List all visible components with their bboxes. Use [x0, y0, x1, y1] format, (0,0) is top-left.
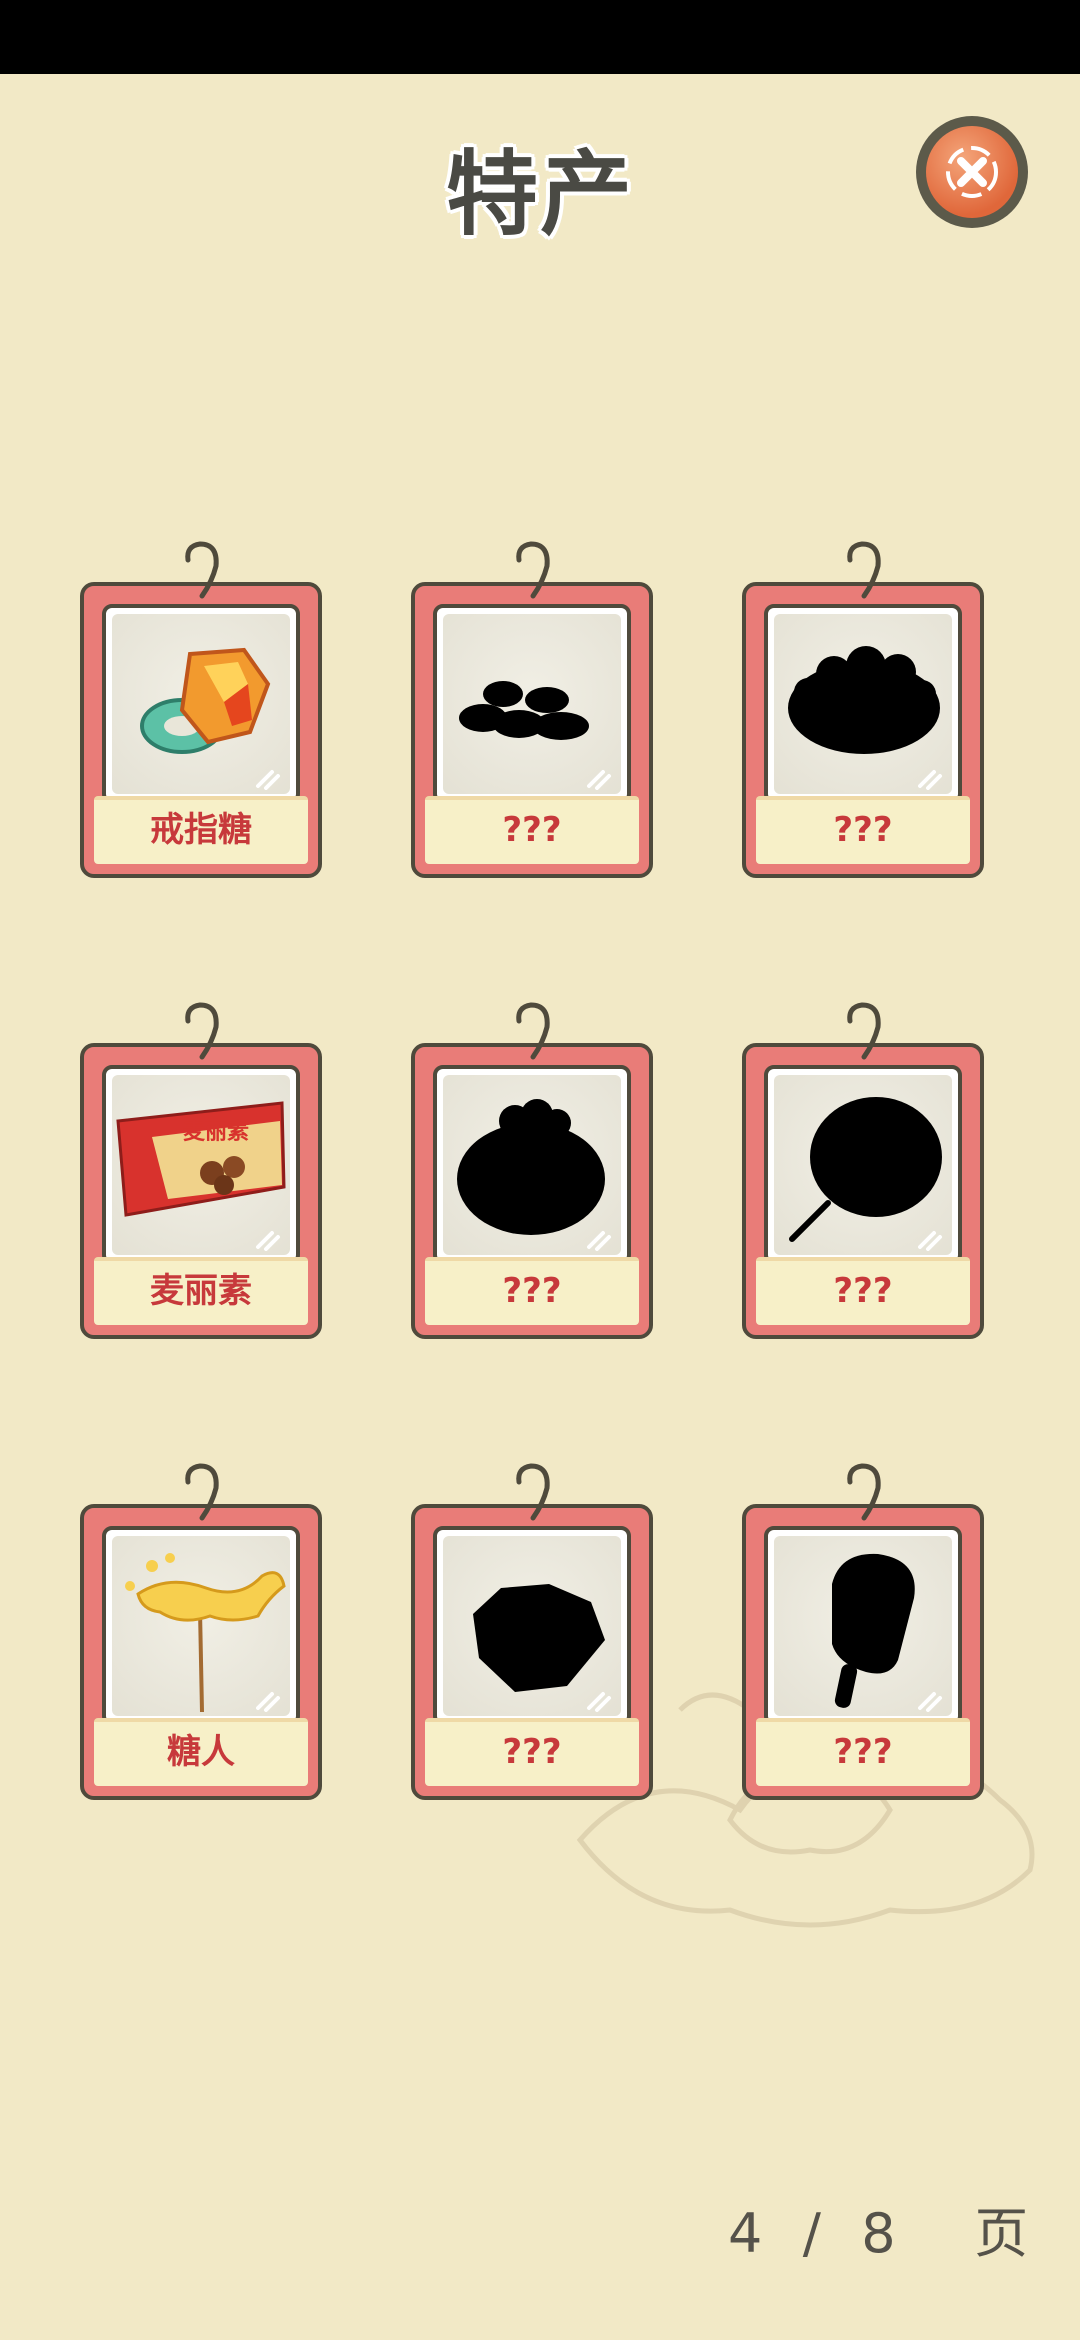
sugar-figure-icon — [125, 1553, 286, 1713]
card-frame: ??? — [742, 582, 984, 878]
hook-icon — [185, 541, 219, 599]
card-frame: ??? — [742, 1504, 984, 1800]
card-frame: ??? — [411, 1043, 653, 1339]
card-label: 糖人 — [167, 1732, 235, 1772]
card-image-window — [102, 1526, 300, 1726]
card-label: ??? — [833, 1271, 893, 1311]
status-bar — [0, 0, 1080, 74]
hook-icon — [185, 1002, 219, 1060]
silhouette-popsicle-icon — [832, 1553, 915, 1708]
card-image-window — [764, 1526, 962, 1726]
card-label: ??? — [833, 1732, 893, 1772]
card-image-window — [764, 1065, 962, 1265]
hook-icon — [516, 1002, 550, 1060]
card-frame: ??? — [742, 1043, 984, 1339]
card-locked[interactable]: ??? — [411, 1002, 653, 1339]
card-locked[interactable]: ??? — [411, 1463, 653, 1800]
hook-icon — [516, 541, 550, 599]
page-total: 8 — [861, 2202, 898, 2265]
card-label: ??? — [502, 1732, 562, 1772]
page-indicator: 4 / 8 页 — [728, 2204, 1030, 2264]
hook-icon — [185, 1463, 219, 1521]
silhouette-pastry-icon — [473, 1584, 605, 1692]
card-frame: 麦丽素 麦丽素 — [80, 1043, 322, 1339]
card-ring-candy[interactable]: 戒指糖 — [80, 541, 322, 878]
close-button[interactable] — [916, 116, 1028, 228]
silhouette-snacks-icon — [459, 681, 589, 740]
hook-icon — [516, 1463, 550, 1521]
hook-icon — [847, 541, 881, 599]
card-locked[interactable]: ??? — [742, 1002, 984, 1339]
card-image-window — [764, 604, 962, 804]
card-frame: ??? — [411, 582, 653, 878]
maltesers-bag-icon: 麦丽素 — [116, 1101, 286, 1217]
card-label: ??? — [502, 1271, 562, 1311]
card-frame: 戒指糖 — [80, 582, 322, 878]
card-label: 麦丽素 — [150, 1271, 252, 1311]
silhouette-bowl-icon — [788, 646, 940, 754]
page-separator: / — [802, 2202, 823, 2265]
card-image-window — [433, 604, 631, 804]
page-unit: 页 — [974, 2202, 1031, 2265]
card-locked[interactable]: ??? — [742, 541, 984, 878]
card-label: ??? — [833, 810, 893, 850]
card-locked[interactable]: ??? — [742, 1463, 984, 1800]
card-sugar-figure[interactable]: 糖人 — [80, 1463, 322, 1800]
card-image-window — [102, 604, 300, 804]
card-image-window — [433, 1065, 631, 1265]
card-maltesers[interactable]: 麦丽素 麦丽素 — [80, 1002, 322, 1339]
card-image-window: 麦丽素 — [102, 1065, 300, 1265]
hook-icon — [847, 1463, 881, 1521]
silhouette-bun-icon — [457, 1099, 605, 1235]
card-label: ??? — [502, 810, 562, 850]
card-frame: 糖人 — [80, 1504, 322, 1800]
card-frame: ??? — [411, 1504, 653, 1800]
ring-candy-icon — [140, 647, 271, 754]
close-x-icon — [926, 126, 1018, 218]
card-image-window — [433, 1526, 631, 1726]
card-locked[interactable]: ??? — [411, 541, 653, 878]
package-text: 麦丽素 — [183, 1119, 249, 1145]
silhouette-cotton-candy-icon — [789, 1097, 942, 1242]
card-label: 戒指糖 — [150, 810, 252, 850]
hook-icon — [847, 1002, 881, 1060]
page-current: 4 — [728, 2202, 765, 2265]
